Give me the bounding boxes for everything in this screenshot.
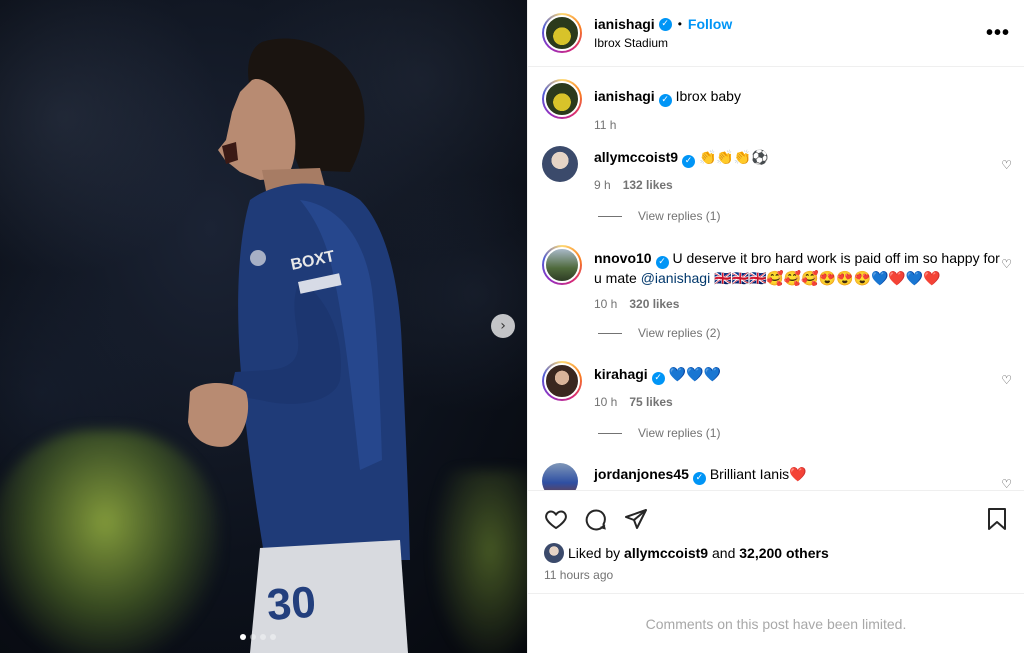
like-comment-heart-icon[interactable]: ♡ <box>1001 477 1012 490</box>
comment-text: 💙💙💙 <box>668 366 721 382</box>
divider <box>598 215 622 217</box>
more-options-icon[interactable]: ••• <box>986 22 1010 45</box>
post-timestamp[interactable]: 11 hours ago <box>544 568 1008 582</box>
divider <box>598 432 622 434</box>
bookmark-icon[interactable] <box>986 507 1008 531</box>
avatar[interactable] <box>542 463 578 490</box>
comment-emoji: 🇬🇧🇬🇧🇬🇧🥰🥰🥰😍😍😍💙❤️💙❤️ <box>710 269 941 286</box>
comment-text: 👏👏👏⚽ <box>698 149 769 165</box>
caption-time[interactable]: 11 h <box>594 118 616 132</box>
caption-text: Ibrox baby <box>675 88 741 104</box>
caption: ianishagi ✓ Ibrox baby 11 h <box>542 79 1012 134</box>
verified-icon: ✓ <box>692 471 706 485</box>
comment-likes[interactable]: 132 likes <box>623 178 673 192</box>
avatar[interactable] <box>544 543 564 563</box>
follow-button[interactable]: Follow <box>688 16 732 32</box>
verified-icon: ✓ <box>655 255 669 269</box>
comment-icon[interactable] <box>584 507 608 531</box>
share-icon[interactable] <box>624 507 648 531</box>
likes-others-link[interactable]: 32,200 others <box>739 545 829 561</box>
likes-prefix: Liked by <box>568 545 621 561</box>
view-replies-button[interactable]: View replies (1) <box>598 426 720 440</box>
comment-item: kirahagi ✓ 💙💙💙 10 h 75 likes ♡ <box>542 361 1012 411</box>
player-figure: BOXT 30 <box>188 38 410 653</box>
post-header: ianishagi ✓ • Follow Ibrox Stadium ••• <box>528 0 1024 67</box>
separator: • <box>677 17 682 31</box>
view-replies-label: View replies (1) <box>638 426 721 440</box>
likes-summary: Liked by allymccoist9 and 32,200 others <box>544 543 1008 563</box>
author-username[interactable]: ianishagi <box>594 16 655 32</box>
carousel-dot <box>270 634 276 640</box>
avatar[interactable] <box>542 361 582 401</box>
next-slide-button[interactable]: › <box>491 314 515 338</box>
comment-username[interactable]: kirahagi <box>594 366 648 382</box>
like-comment-heart-icon[interactable]: ♡ <box>1001 373 1012 387</box>
chevron-right-icon: › <box>500 318 506 334</box>
view-replies-button[interactable]: View replies (2) <box>598 326 720 340</box>
verified-icon: ✓ <box>682 154 696 168</box>
verified-icon: ✓ <box>658 17 672 31</box>
verified-icon: ✓ <box>651 371 665 385</box>
comment-item: ally​mccoist9 ✓ 👏👏👏⚽ 9 h 132 likes ♡ <box>542 146 1012 194</box>
carousel-dot <box>260 634 266 640</box>
comment-item: jordanjones45 ✓ Brilliant Ianis❤️ ♡ <box>542 463 1012 490</box>
carousel-dot <box>240 634 246 640</box>
carousel-dots <box>240 634 276 640</box>
caption-username[interactable]: ianishagi <box>594 88 655 104</box>
like-comment-heart-icon[interactable]: ♡ <box>1001 257 1012 271</box>
divider <box>598 332 622 334</box>
heart-icon[interactable] <box>544 507 568 531</box>
like-comment-heart-icon[interactable]: ♡ <box>1001 158 1012 172</box>
mention-link[interactable]: @ianishagi <box>641 270 710 286</box>
view-replies-label: View replies (1) <box>638 209 721 223</box>
comments-limited-notice: Comments on this post have been limited. <box>528 593 1024 653</box>
comment-time[interactable]: 10 h <box>594 395 617 409</box>
post-photo[interactable]: BOXT 30 › <box>0 0 527 653</box>
view-replies-button[interactable]: View replies (1) <box>598 209 720 223</box>
comment-time[interactable]: 10 h <box>594 297 617 311</box>
svg-text:30: 30 <box>265 578 317 630</box>
comment-username[interactable]: nnovo10 <box>594 250 652 266</box>
location-link[interactable]: Ibrox Stadium <box>594 36 986 50</box>
comment-username[interactable]: jordanjones45 <box>594 466 689 482</box>
post-side-panel: ianishagi ✓ • Follow Ibrox Stadium ••• i… <box>527 0 1024 653</box>
liker-username[interactable]: allymccoist9 <box>624 545 708 561</box>
comment-time[interactable]: 9 h <box>594 178 611 192</box>
comments-list[interactable]: ianishagi ✓ Ibrox baby 11 h ally​mccoist9… <box>528 67 1024 490</box>
comment-username[interactable]: ally​mccoist9 <box>594 149 678 165</box>
view-replies-label: View replies (2) <box>638 326 721 340</box>
comment-likes[interactable]: 75 likes <box>629 395 672 409</box>
avatar[interactable] <box>542 146 578 182</box>
likes-conj: and <box>712 545 736 561</box>
post-actions: Liked by allymccoist9 and 32,200 others … <box>528 490 1024 582</box>
verified-icon: ✓ <box>658 93 672 107</box>
comment-text: Brilliant Ianis❤️ <box>709 466 807 482</box>
avatar[interactable] <box>542 245 582 285</box>
avatar[interactable] <box>542 79 582 119</box>
comment-item: nnovo10 ✓ U deserve it bro hard work is p… <box>542 245 1012 313</box>
avatar[interactable] <box>542 13 582 53</box>
carousel-dot <box>250 634 256 640</box>
comment-likes[interactable]: 320 likes <box>629 297 679 311</box>
